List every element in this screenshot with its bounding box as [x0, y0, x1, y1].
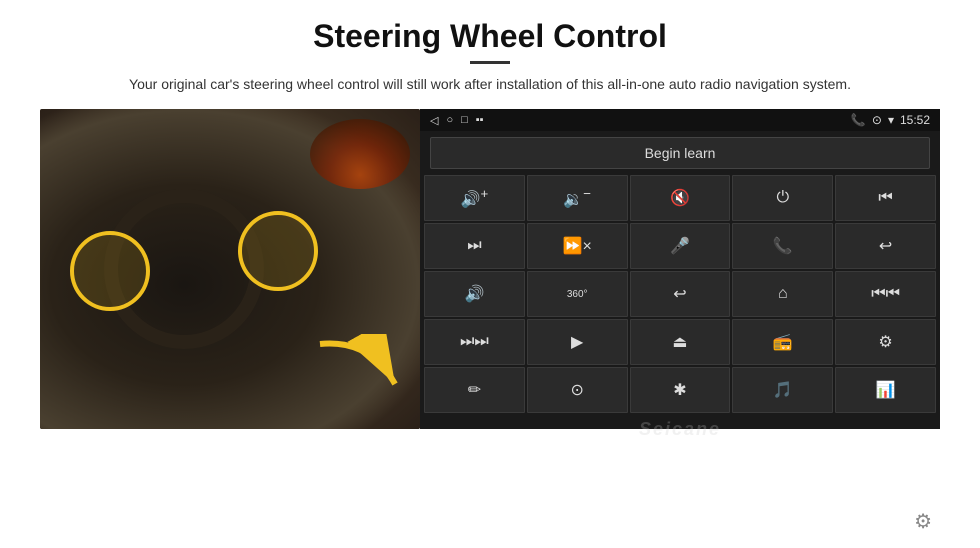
back-button[interactable]: ↩: [630, 271, 731, 317]
prev-prev-icon: ⏮⏮: [871, 285, 900, 303]
vol-down-icon: 🔉−: [563, 186, 591, 209]
mic-icon: 🎤: [670, 236, 690, 256]
vol-up-icon: 🔊+: [461, 186, 489, 209]
phone-status-icon: 📞: [851, 113, 866, 127]
hang-up-icon: ↩: [879, 236, 892, 256]
yellow-arrow: [310, 334, 410, 414]
home-nav-icon[interactable]: ○: [446, 114, 453, 126]
clock-display: 15:52: [900, 113, 930, 127]
android-unit-wrapper: ◁ ○ □ ▪▪ 📞 ⊙ ▾ 15:52 Begin learn: [420, 109, 940, 538]
car-image: [40, 109, 420, 429]
watermark: Seicane: [420, 417, 940, 444]
call-icon: 📞: [773, 236, 793, 256]
location-status-icon: ⊙: [872, 113, 882, 127]
mute-icon: 🔇: [670, 188, 690, 208]
begin-learn-row: Begin learn: [420, 131, 940, 175]
recent-nav-icon[interactable]: □: [461, 114, 468, 126]
mic-button[interactable]: 🎤: [630, 223, 731, 269]
next-icon: ⏭: [467, 237, 481, 255]
android-head-unit: ◁ ○ □ ▪▪ 📞 ⊙ ▾ 15:52 Begin learn: [420, 109, 940, 429]
prev-track-button[interactable]: ⏮: [835, 175, 936, 221]
page-wrapper: Steering Wheel Control Your original car…: [0, 0, 980, 548]
home-button[interactable]: ⌂: [732, 271, 833, 317]
radio-button[interactable]: 📻: [732, 319, 833, 365]
navigate-icon: ▶: [571, 332, 583, 352]
settings-gear-icon[interactable]: ⚙: [914, 509, 932, 534]
eject-button[interactable]: ⏏: [630, 319, 731, 365]
navigate-button[interactable]: ▶: [527, 319, 628, 365]
spectrum-button[interactable]: 📊: [835, 367, 936, 413]
speaker-icon: 🔊: [464, 284, 484, 304]
eq-icon: ⚙: [878, 332, 892, 352]
status-bar: ◁ ○ □ ▪▪ 📞 ⊙ ▾ 15:52: [420, 109, 940, 131]
spectrum-icon: 📊: [876, 380, 896, 400]
controls-grid: 🔊+ 🔉− 🔇 ⏻ ⏮ ⏭: [420, 175, 940, 417]
ff-icon: ⏭⏭: [460, 333, 489, 351]
music-button[interactable]: 🎵: [732, 367, 833, 413]
eq-button[interactable]: ⚙: [835, 319, 936, 365]
cam360-icon: 360°: [567, 289, 588, 300]
ff-skip-button[interactable]: ⏩×: [527, 223, 628, 269]
eject-icon: ⏏: [672, 332, 687, 352]
power-button[interactable]: ⏻: [732, 175, 833, 221]
vol-up-button[interactable]: 🔊+: [424, 175, 525, 221]
call-button[interactable]: 📞: [732, 223, 833, 269]
page-subtitle: Your original car's steering wheel contr…: [129, 74, 851, 95]
mute-button[interactable]: 🔇: [630, 175, 731, 221]
content-area: ◁ ○ □ ▪▪ 📞 ⊙ ▾ 15:52 Begin learn: [40, 109, 940, 538]
battery-signal-icon: ▪▪: [476, 114, 484, 126]
highlight-left-buttons: [70, 231, 150, 311]
edit-button[interactable]: ✏: [424, 367, 525, 413]
camera-icon: ⊙: [570, 380, 583, 400]
cam360-button[interactable]: 360°: [527, 271, 628, 317]
camera-button[interactable]: ⊙: [527, 367, 628, 413]
highlight-right-buttons: [238, 211, 318, 291]
speaker-button[interactable]: 🔊: [424, 271, 525, 317]
title-divider: [470, 61, 510, 64]
status-bar-left: ◁ ○ □ ▪▪: [430, 114, 484, 127]
bluetooth-icon: ✱: [673, 380, 686, 400]
prev-track-icon: ⏮: [878, 189, 892, 207]
begin-learn-button[interactable]: Begin learn: [430, 137, 930, 169]
edit-icon: ✏: [468, 380, 481, 400]
power-icon: ⏻: [776, 189, 789, 207]
home-icon: ⌂: [778, 285, 788, 303]
dashboard-gauge: [310, 119, 410, 189]
next-button[interactable]: ⏭: [424, 223, 525, 269]
status-bar-right: 📞 ⊙ ▾ 15:52: [851, 113, 930, 127]
bluetooth-button[interactable]: ✱: [630, 367, 731, 413]
vol-down-button[interactable]: 🔉−: [527, 175, 628, 221]
prev-prev-button[interactable]: ⏮⏮: [835, 271, 936, 317]
wifi-status-icon: ▾: [888, 113, 894, 127]
page-title: Steering Wheel Control: [313, 18, 667, 55]
back-nav-icon[interactable]: ◁: [430, 114, 438, 127]
ff-skip-icon: ⏩×: [563, 236, 592, 256]
back-icon: ↩: [673, 284, 686, 304]
radio-icon: 📻: [773, 332, 793, 352]
music-icon: 🎵: [773, 380, 793, 400]
ff-button[interactable]: ⏭⏭: [424, 319, 525, 365]
hang-up-button[interactable]: ↩: [835, 223, 936, 269]
